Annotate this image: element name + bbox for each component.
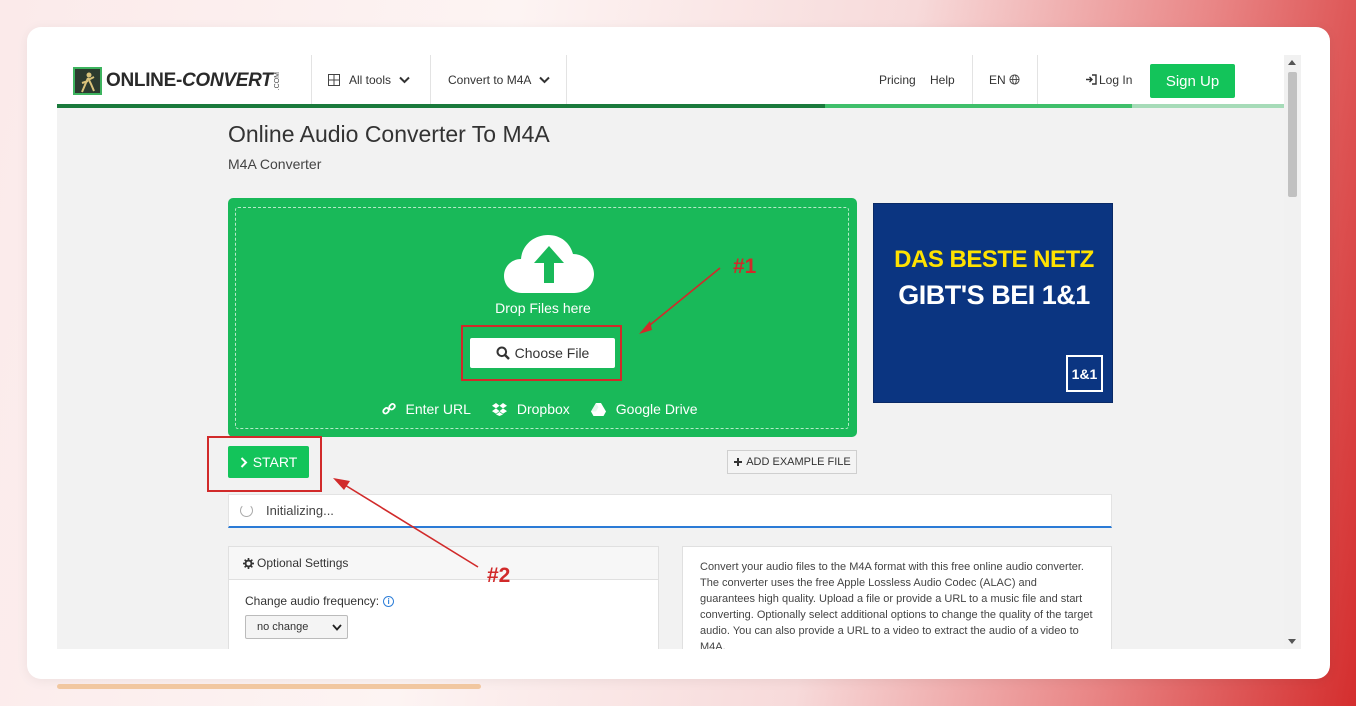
page-subtitle: M4A Converter [228,156,322,172]
header-progress-line [57,104,1284,108]
frequency-label-row: Change audio frequency: i [245,594,395,608]
frequency-value: no change [257,621,309,633]
converter-description: Convert your audio files to the M4A form… [682,546,1112,649]
sign-in-icon [1086,74,1097,85]
convert-to-label: Convert to M4A [448,72,532,87]
divider [972,55,973,104]
scroll-up-icon[interactable] [1288,60,1296,65]
grid-icon [328,73,340,86]
globe-icon [1009,74,1020,85]
convert-to-menu[interactable]: Convert to M4A [448,55,551,104]
optional-settings-panel: Optional Settings Change audio frequency… [228,546,659,649]
divider [311,55,312,104]
site-logo[interactable]: ONLINE-CONVERT .COM [73,67,281,95]
page-scrollbar[interactable] [1284,55,1301,649]
upload-panel[interactable]: Drop Files here Choose File Enter URL Dr… [228,198,857,437]
loading-spinner-icon [240,504,253,517]
optional-settings-title: Optional Settings [257,556,349,570]
divider [566,55,567,104]
all-tools-label: All tools [349,72,392,87]
frequency-label: Change audio frequency: [245,594,380,608]
divider [430,55,431,104]
ad-subheadline: GIBT'S BEI 1&1 [898,280,1090,310]
search-icon [496,346,510,360]
plus-icon [734,458,743,466]
add-example-label: ADD EXAMPLE FILE [746,456,851,468]
login-label: Log In [1099,72,1133,87]
drop-files-text: Drop Files here [495,300,591,316]
enter-url-link[interactable]: Enter URL [381,401,478,417]
choose-file-label: Choose File [514,345,590,361]
divider [1037,55,1038,104]
cloud-upload-icon [504,235,594,293]
status-bar: Initializing... [228,494,1112,528]
language-label: EN [989,72,1006,87]
browser-viewport: ONLINE-CONVERT .COM All tools Convert to… [57,55,1301,649]
add-example-file-button[interactable]: ADD EXAMPLE FILE [727,450,857,474]
drop-zone[interactable]: Drop Files here Choose File Enter URL Dr… [235,207,849,429]
google-drive-link[interactable]: Google Drive [590,401,705,417]
chevron-down-icon [332,624,342,631]
page-title: Online Audio Converter To M4A [228,121,550,147]
start-label: START [252,454,298,470]
scroll-down-icon[interactable] [1288,639,1296,644]
logo-text: ONLINE-CONVERT [106,70,273,91]
pricing-link[interactable]: Pricing [879,55,916,104]
language-selector[interactable]: EN [989,55,1020,104]
frequency-select[interactable]: no change [245,615,348,639]
upload-source-links: Enter URL Dropbox Google Drive [236,401,850,417]
scrollbar-thumb[interactable] [1288,72,1297,197]
gear-icon [243,557,254,569]
ad-headline: DAS BESTE NETZ [894,246,1094,273]
login-link[interactable]: Log In [1085,55,1132,104]
google-drive-icon [590,402,606,416]
start-button[interactable]: START [228,446,309,478]
link-icon [381,403,396,415]
info-icon[interactable]: i [383,595,395,607]
advertisement-banner[interactable]: DAS BESTE NETZ GIBT'S BEI 1&1 1&1 [873,203,1113,403]
logo-com: .COM [274,71,282,91]
chevron-down-icon [399,76,410,83]
enter-url-label: Enter URL [405,401,471,417]
optional-settings-header[interactable]: Optional Settings [229,547,658,580]
status-text: Initializing... [266,503,334,518]
choose-file-button[interactable]: Choose File [470,338,615,368]
site-header: ONLINE-CONVERT .COM All tools Convert to… [57,55,1284,108]
all-tools-menu[interactable]: All tools [328,55,410,104]
help-link[interactable]: Help [930,55,955,104]
chevron-right-icon [240,456,248,468]
ad-logo: 1&1 [1066,355,1103,392]
signup-button[interactable]: Sign Up [1150,64,1235,98]
dropbox-link[interactable]: Dropbox [491,401,577,417]
logo-figure-icon [73,67,102,95]
dropbox-icon [491,402,507,416]
chevron-down-icon [539,76,551,83]
google-drive-label: Google Drive [615,401,698,417]
dropbox-label: Dropbox [516,401,570,417]
decorative-bar [57,684,481,689]
